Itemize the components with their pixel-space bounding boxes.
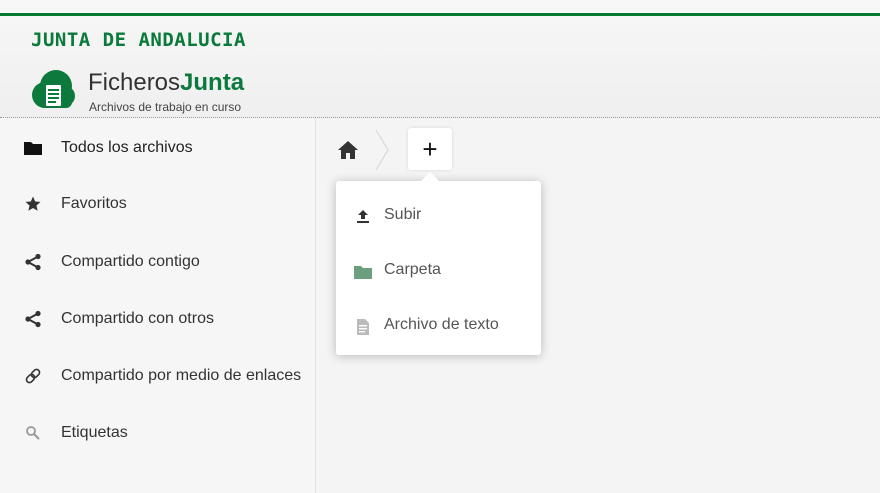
- sidebar-item-tags[interactable]: Etiquetas: [0, 405, 316, 461]
- app-name-part1: Ficheros: [88, 69, 181, 96]
- search-icon: [23, 423, 43, 443]
- sidebar-item-shared-by-link[interactable]: Compartido por medio de enlaces: [0, 348, 316, 404]
- menu-item-label: Carpeta: [384, 261, 441, 278]
- app-name: FicherosJunta: [88, 70, 244, 96]
- folder-icon: [354, 263, 372, 281]
- share-icon: [23, 309, 43, 329]
- sidebar-item-label: Compartido contigo: [61, 253, 200, 270]
- new-button[interactable]: +: [408, 128, 452, 170]
- menu-item-upload[interactable]: Subir: [336, 190, 541, 244]
- menu-item-text-file[interactable]: Archivo de texto: [336, 300, 541, 354]
- ficheros-logo-icon: [32, 70, 75, 108]
- sidebar-item-shared-with-others[interactable]: Compartido con otros: [0, 291, 316, 347]
- sidebar-item-all-files[interactable]: Todos los archivos: [0, 120, 316, 176]
- sidebar-item-label: Compartido con otros: [61, 310, 214, 327]
- home-icon[interactable]: [337, 140, 359, 160]
- sidebar-item-label: Etiquetas: [61, 424, 128, 441]
- text-file-icon: [354, 318, 372, 336]
- share-icon: [23, 252, 43, 272]
- header-accent-line: [0, 13, 880, 16]
- app-subtitle: Archivos de trabajo en curso: [89, 100, 242, 114]
- sidebar-item-label: Favoritos: [61, 195, 127, 212]
- folder-icon: [23, 138, 43, 158]
- sidebar-item-label: Todos los archivos: [61, 139, 193, 156]
- app-header: JUNTA DE ANDALUCIA FicherosJunta Archivo…: [0, 0, 880, 118]
- menu-item-folder[interactable]: Carpeta: [336, 245, 541, 299]
- sidebar-item-favorites[interactable]: Favoritos: [0, 176, 316, 232]
- link-icon: [23, 366, 43, 386]
- brand-name: JUNTA DE ANDALUCIA: [31, 29, 246, 51]
- breadcrumb-separator-icon: [375, 129, 389, 171]
- star-icon: [23, 194, 43, 214]
- app-name-part2: Junta: [180, 69, 245, 96]
- menu-item-label: Archivo de texto: [384, 316, 499, 333]
- sidebar-item-label: Compartido por medio de enlaces: [61, 367, 302, 384]
- sidebar-item-shared-with-you[interactable]: Compartido contigo: [0, 234, 316, 290]
- popover-arrow: [420, 172, 440, 182]
- menu-item-label: Subir: [384, 206, 422, 223]
- upload-icon: [354, 208, 372, 226]
